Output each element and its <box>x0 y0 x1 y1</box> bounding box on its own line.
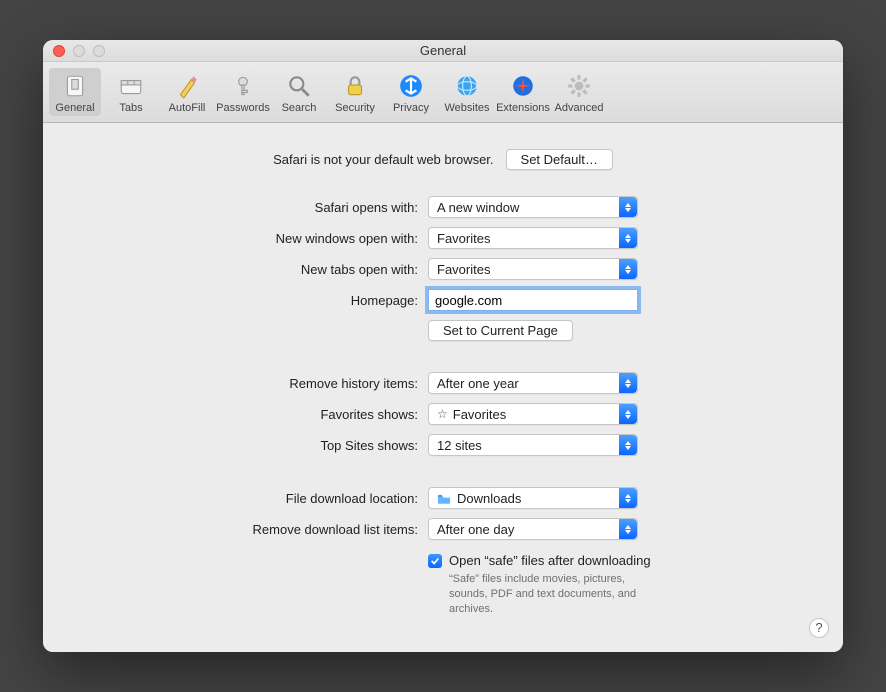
passwords-icon <box>229 72 257 100</box>
select-value: Favorites <box>437 262 490 277</box>
prefs-toolbar: General Tabs AutoFill Passwords Search <box>43 62 843 123</box>
chevron-updown-icon <box>619 488 637 508</box>
autofill-icon <box>173 72 201 100</box>
select-new-windows[interactable]: Favorites <box>428 227 638 249</box>
select-value: A new window <box>437 200 519 215</box>
open-safe-files-checkbox[interactable] <box>428 554 442 568</box>
select-new-tabs[interactable]: Favorites <box>428 258 638 280</box>
tab-label: AutoFill <box>169 102 206 114</box>
maximize-button[interactable] <box>93 45 105 57</box>
privacy-icon <box>397 72 425 100</box>
titlebar: General <box>43 40 843 62</box>
websites-icon <box>453 72 481 100</box>
label-favorites-shows: Favorites shows: <box>73 407 428 422</box>
label-remove-downloads: Remove download list items: <box>73 522 428 537</box>
tab-label: General <box>55 102 94 114</box>
default-browser-message: Safari is not your default web browser. <box>273 152 493 167</box>
select-value: Favorites <box>453 407 506 422</box>
tab-label: Security <box>335 102 375 114</box>
folder-icon <box>437 493 451 504</box>
tab-label: Extensions <box>496 102 550 114</box>
preferences-window: General General Tabs AutoFill Passwords <box>43 40 843 652</box>
content: Safari is not your default web browser. … <box>43 123 843 652</box>
chevron-updown-icon <box>619 228 637 248</box>
tabs-icon <box>117 72 145 100</box>
advanced-icon <box>565 72 593 100</box>
tab-privacy[interactable]: Privacy <box>385 68 437 116</box>
help-button[interactable]: ? <box>809 618 829 638</box>
chevron-updown-icon <box>619 435 637 455</box>
extensions-icon <box>509 72 537 100</box>
label-download-location: File download location: <box>73 491 428 506</box>
select-value: After one day <box>437 522 514 537</box>
open-safe-files-sub: “Safe” files include movies, pictures, s… <box>428 572 658 617</box>
tab-advanced[interactable]: Advanced <box>553 68 605 116</box>
label-opens-with: Safari opens with: <box>73 200 428 215</box>
tab-websites[interactable]: Websites <box>441 68 493 116</box>
select-opens-with[interactable]: A new window <box>428 196 638 218</box>
label-new-windows: New windows open with: <box>73 231 428 246</box>
tab-autofill[interactable]: AutoFill <box>161 68 213 116</box>
chevron-updown-icon <box>619 373 637 393</box>
minimize-button[interactable] <box>73 45 85 57</box>
select-value: Downloads <box>457 491 521 506</box>
tab-label: Passwords <box>216 102 270 114</box>
label-new-tabs: New tabs open with: <box>73 262 428 277</box>
window-title: General <box>420 43 466 58</box>
select-value: After one year <box>437 376 519 391</box>
tab-label: Search <box>282 102 317 114</box>
select-favorites-shows[interactable]: ☆ Favorites <box>428 403 638 425</box>
tab-extensions[interactable]: Extensions <box>497 68 549 116</box>
close-button[interactable] <box>53 45 65 57</box>
label-remove-history: Remove history items: <box>73 376 428 391</box>
chevron-updown-icon <box>619 197 637 217</box>
tab-label: Privacy <box>393 102 429 114</box>
star-icon: ☆ <box>437 407 448 421</box>
traffic-lights <box>53 45 105 57</box>
tab-label: Tabs <box>119 102 142 114</box>
select-remove-downloads[interactable]: After one day <box>428 518 638 540</box>
tab-security[interactable]: Security <box>329 68 381 116</box>
tab-search[interactable]: Search <box>273 68 325 116</box>
chevron-updown-icon <box>619 519 637 539</box>
label-homepage: Homepage: <box>73 293 428 308</box>
search-icon <box>285 72 313 100</box>
set-to-current-page-button[interactable]: Set to Current Page <box>428 320 573 341</box>
select-value: 12 sites <box>437 438 482 453</box>
select-top-sites[interactable]: 12 sites <box>428 434 638 456</box>
tab-passwords[interactable]: Passwords <box>217 68 269 116</box>
tab-label: Websites <box>444 102 489 114</box>
chevron-updown-icon <box>619 259 637 279</box>
security-icon <box>341 72 369 100</box>
tab-general[interactable]: General <box>49 68 101 116</box>
homepage-input[interactable] <box>428 289 638 311</box>
chevron-updown-icon <box>619 404 637 424</box>
open-safe-files-label: Open “safe” files after downloading <box>449 553 651 568</box>
select-download-location[interactable]: Downloads <box>428 487 638 509</box>
set-default-button[interactable]: Set Default… <box>506 149 613 170</box>
select-value: Favorites <box>437 231 490 246</box>
tab-label: Advanced <box>555 102 604 114</box>
default-browser-row: Safari is not your default web browser. … <box>73 149 813 170</box>
select-remove-history[interactable]: After one year <box>428 372 638 394</box>
general-icon <box>61 72 89 100</box>
tab-tabs[interactable]: Tabs <box>105 68 157 116</box>
label-top-sites: Top Sites shows: <box>73 438 428 453</box>
